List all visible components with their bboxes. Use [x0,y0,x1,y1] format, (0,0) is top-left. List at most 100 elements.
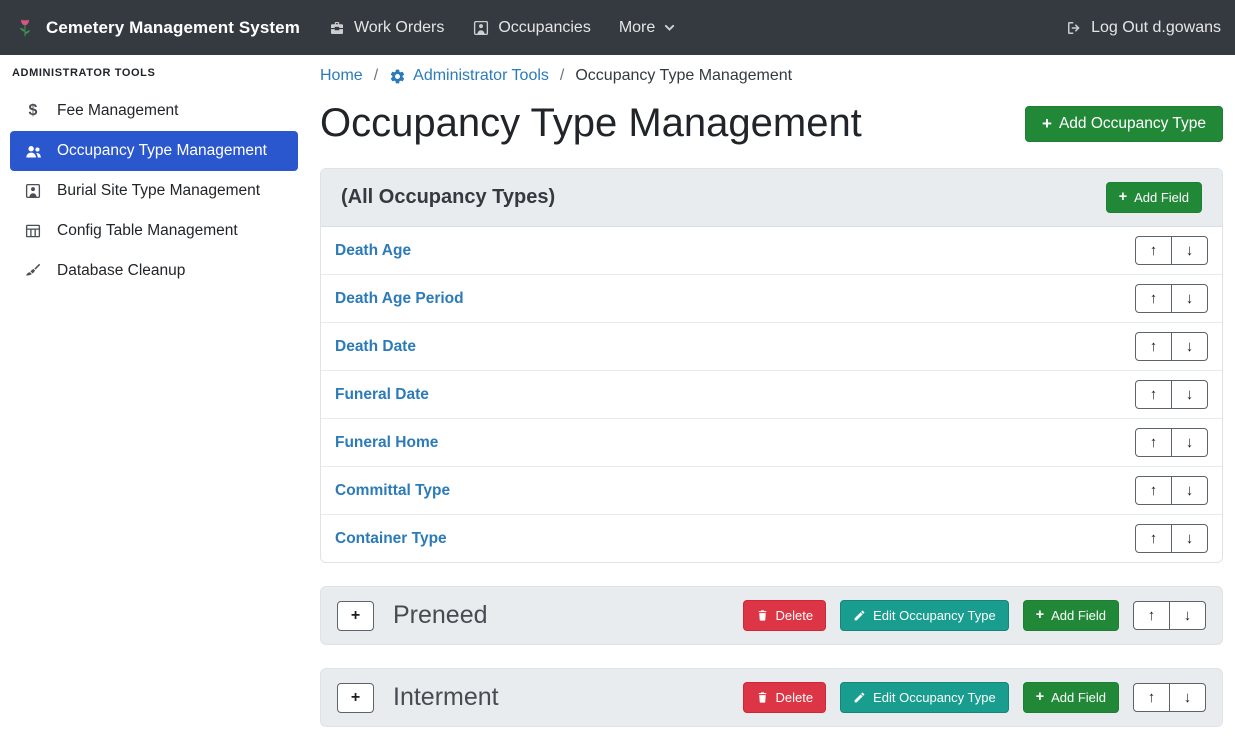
expand-section-button[interactable]: + [337,683,374,713]
move-up-button[interactable]: ↑ [1135,476,1172,505]
move-up-button[interactable]: ↑ [1135,332,1172,361]
sidebar-item-occupancy-type-management[interactable]: Occupancy Type Management [10,131,298,171]
move-down-button[interactable]: ↓ [1171,428,1208,457]
move-down-button[interactable]: ↓ [1171,284,1208,313]
move-down-button[interactable]: ↓ [1171,332,1208,361]
move-down-button[interactable]: ↓ [1169,601,1206,630]
add-field-button[interactable]: + Add Field [1023,682,1119,713]
edit-label: Edit Occupancy Type [873,608,996,623]
delete-occupancy-type-button[interactable]: Delete [743,600,827,631]
nav-label: Work Orders [354,19,444,37]
field-row: Committal Type ↑ ↓ [321,467,1222,515]
navbar-links: Work Orders Occupancies More [328,19,676,37]
nav-label: More [619,19,655,37]
add-occupancy-type-label: Add Occupancy Type [1059,115,1206,133]
edit-occupancy-type-button[interactable]: Edit Occupancy Type [840,682,1009,713]
move-up-button[interactable]: ↑ [1135,236,1172,265]
breadcrumb-home-link[interactable]: Home [320,67,363,85]
breadcrumb: Home / Administrator Tools / Occupancy T… [320,67,1223,85]
move-up-button[interactable]: ↑ [1133,683,1170,712]
add-occupancy-type-button[interactable]: + Add Occupancy Type [1025,106,1223,142]
reorder-button-group: ↑ ↓ [1135,236,1208,265]
add-field-button[interactable]: + Add Field [1023,600,1119,631]
sidebar-item-database-cleanup[interactable]: Database Cleanup [10,251,298,291]
move-up-button[interactable]: ↑ [1135,428,1172,457]
breadcrumb-admin-label: Administrator Tools [413,67,549,85]
field-link-funeral-home[interactable]: Funeral Home [335,434,438,452]
sidebar-item-fee-management[interactable]: $ Fee Management [10,91,298,131]
edit-label: Edit Occupancy Type [873,690,996,705]
move-down-button[interactable]: ↓ [1171,476,1208,505]
section-actions: Delete Edit Occupancy Type + Add Field ↑ [743,682,1206,713]
add-field-button[interactable]: + Add Field [1106,182,1202,213]
top-navbar: Cemetery Management System Work Orders O… [0,0,1235,55]
plus-icon: + [1036,690,1044,704]
field-link-death-age-period[interactable]: Death Age Period [335,290,464,308]
move-up-button[interactable]: ↑ [1135,380,1172,409]
nav-more[interactable]: More [619,19,676,37]
logout-icon [1065,19,1083,37]
table-icon [22,222,44,240]
move-down-button[interactable]: ↓ [1169,683,1206,712]
all-occupancy-types-header: (All Occupancy Types) + Add Field [321,169,1222,227]
move-up-button[interactable]: ↑ [1135,284,1172,313]
person-booth-icon [472,19,490,37]
field-row: Funeral Date ↑ ↓ [321,371,1222,419]
delete-occupancy-type-button[interactable]: Delete [743,682,827,713]
plus-icon: + [1036,608,1044,622]
move-down-button[interactable]: ↓ [1171,236,1208,265]
trash-icon [756,691,769,704]
expand-section-button[interactable]: + [337,601,374,631]
sidebar-item-label: Database Cleanup [57,262,185,280]
add-field-label: Add Field [1051,608,1106,623]
nav-work-orders[interactable]: Work Orders [328,19,444,37]
field-link-death-date[interactable]: Death Date [335,338,416,356]
person-booth-icon [22,182,44,200]
edit-occupancy-type-button[interactable]: Edit Occupancy Type [840,600,1009,631]
move-down-button[interactable]: ↓ [1171,380,1208,409]
sidebar-item-burial-site-type-management[interactable]: Burial Site Type Management [10,171,298,211]
delete-label: Delete [776,608,814,623]
section-actions: Delete Edit Occupancy Type + Add Field ↑ [743,600,1206,631]
nav-occupancies[interactable]: Occupancies [472,19,591,37]
reorder-button-group: ↑ ↓ [1135,332,1208,361]
toolbox-icon [328,19,346,37]
breadcrumb-admin-tools-link[interactable]: Administrator Tools [389,67,549,85]
broom-icon [22,262,44,280]
move-down-button[interactable]: ↓ [1171,524,1208,553]
field-link-funeral-date[interactable]: Funeral Date [335,386,429,404]
reorder-button-group: ↑ ↓ [1133,601,1206,630]
logout-label: Log Out d.gowans [1091,19,1221,37]
section-title: Interment [393,683,499,712]
sidebar-item-label: Config Table Management [57,222,238,240]
move-up-button[interactable]: ↑ [1135,524,1172,553]
move-up-button[interactable]: ↑ [1133,601,1170,630]
reorder-button-group: ↑ ↓ [1135,524,1208,553]
sidebar-item-label: Fee Management [57,102,179,120]
field-row: Funeral Home ↑ ↓ [321,419,1222,467]
reorder-button-group: ↑ ↓ [1133,683,1206,712]
app-title: Cemetery Management System [46,18,300,38]
field-link-container-type[interactable]: Container Type [335,530,447,548]
section-title: Preneed [393,601,488,630]
dollar-icon: $ [22,102,44,120]
sidebar-item-label: Occupancy Type Management [57,142,267,160]
sidebar-item-config-table-management[interactable]: Config Table Management [10,211,298,251]
field-link-death-age[interactable]: Death Age [335,242,411,260]
title-row: Occupancy Type Management + Add Occupanc… [320,101,1223,146]
breadcrumb-separator: / [560,67,564,85]
sidebar-heading: ADMINISTRATOR TOOLS [0,67,308,79]
sidebar: ADMINISTRATOR TOOLS $ Fee Management Occ… [0,55,308,738]
main-content: Home / Administrator Tools / Occupancy T… [308,55,1235,738]
occupancy-type-section-preneed: + Preneed Delete [320,586,1223,645]
nav-label: Occupancies [498,19,591,37]
app-brand[interactable]: Cemetery Management System [14,17,300,39]
breadcrumb-separator: / [374,67,378,85]
logout-button[interactable]: Log Out d.gowans [1065,19,1221,37]
reorder-button-group: ↑ ↓ [1135,380,1208,409]
page-title: Occupancy Type Management [320,101,862,146]
field-row: Death Age ↑ ↓ [321,227,1222,275]
field-link-committal-type[interactable]: Committal Type [335,482,450,500]
sidebar-item-label: Burial Site Type Management [57,182,260,200]
users-icon [22,142,44,161]
